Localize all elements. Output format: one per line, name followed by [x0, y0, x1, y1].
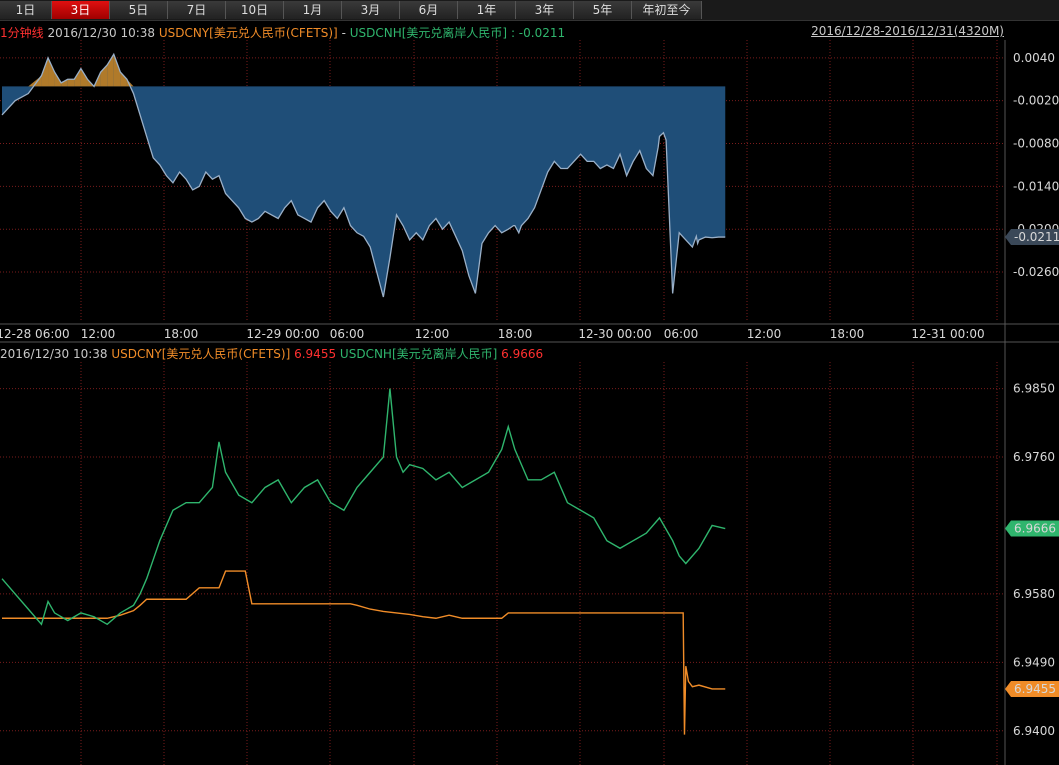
- x-tick-label: 18:00: [498, 327, 533, 341]
- x-tick-label: 18:00: [164, 327, 199, 341]
- x-tick-label: 12-28 06:00: [0, 327, 70, 341]
- x-tick-label: 12:00: [81, 327, 116, 341]
- spread-positive-area: [120, 72, 127, 87]
- y-tick-label: 6.9490: [1013, 655, 1055, 669]
- x-tick-label: 06:00: [664, 327, 699, 341]
- series-line-usdcny: [2, 570, 726, 735]
- x-tick-label: 12:00: [747, 327, 782, 341]
- current-spread-value: -0.0211: [1014, 230, 1059, 244]
- y-tick-label: -0.0260: [1013, 265, 1059, 279]
- spread-area: [2, 54, 726, 298]
- x-tick-label: 12-29 00:00: [246, 327, 319, 341]
- y-tick-label: 6.9580: [1013, 587, 1055, 601]
- spread-positive-area: [48, 57, 55, 87]
- y-tick-label: 0.0040: [1013, 51, 1055, 65]
- spread-positive-area: [67, 79, 75, 87]
- y-tick-label: -0.0020: [1013, 94, 1059, 108]
- y-tick-label: -0.0080: [1013, 137, 1059, 151]
- y-tick-label: 6.9400: [1013, 724, 1055, 738]
- y-tick-label: 6.9850: [1013, 382, 1055, 396]
- charts-canvas: 0.0040-0.0020-0.0080-0.0140-0.0200-0.026…: [0, 40, 1059, 765]
- y-tick-label: -0.0140: [1013, 179, 1059, 193]
- x-tick-label: 18:00: [830, 327, 865, 341]
- x-tick-label: 06:00: [330, 327, 365, 341]
- current-value-label: 6.9455: [1014, 682, 1056, 696]
- current-value-label: 6.9666: [1014, 522, 1056, 536]
- series-line-usdcnh: [1, 388, 726, 626]
- x-tick-label: 12-30 00:00: [578, 327, 651, 341]
- x-tick-label: 12-31 00:00: [911, 327, 984, 341]
- x-tick-label: 12:00: [415, 327, 450, 341]
- y-tick-label: 6.9760: [1013, 450, 1055, 464]
